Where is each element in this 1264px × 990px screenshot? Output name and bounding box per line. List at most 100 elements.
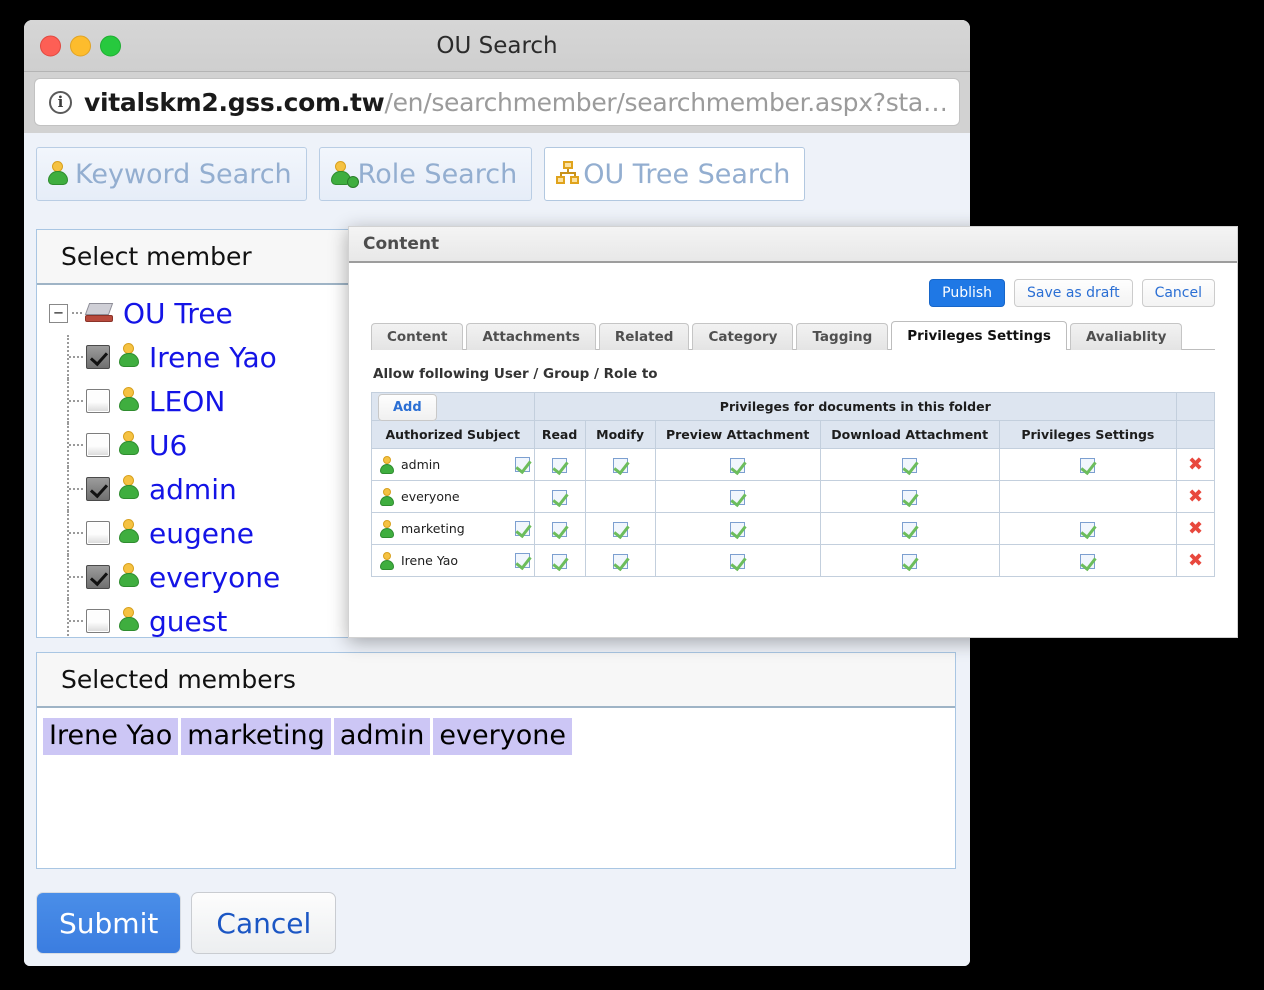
tree-vline bbox=[67, 555, 69, 599]
tree-checkbox[interactable] bbox=[86, 389, 110, 413]
modify-checkbox[interactable] bbox=[612, 458, 628, 473]
tree-elbow bbox=[69, 488, 83, 490]
cell-preview-attachment bbox=[654, 544, 821, 577]
cell-read bbox=[533, 512, 586, 545]
download-attachment-checkbox[interactable] bbox=[902, 522, 918, 537]
save-as-draft-button[interactable]: Save as draft bbox=[1014, 279, 1133, 307]
cell-privileges-settings bbox=[998, 544, 1178, 577]
selected-members-panel: Selected members Irene Yao marketing admin… bbox=[36, 652, 956, 869]
cell-privileges-settings bbox=[998, 448, 1178, 481]
tree-elbow bbox=[69, 620, 83, 622]
tree-vline bbox=[67, 335, 69, 379]
cell-modify bbox=[584, 544, 656, 577]
tab-privileges-settings[interactable]: Privileges Settings bbox=[891, 321, 1067, 350]
tab-attachments[interactable]: Attachments bbox=[466, 323, 596, 350]
selected-member-chip[interactable]: everyone bbox=[433, 718, 572, 755]
download-attachment-checkbox[interactable] bbox=[902, 490, 918, 505]
subject-checkbox[interactable] bbox=[514, 521, 530, 536]
subject-name: admin bbox=[401, 457, 441, 472]
col-read: Read bbox=[533, 420, 586, 449]
selected-member-chip[interactable]: Irene Yao bbox=[43, 718, 179, 755]
tree-checkbox[interactable] bbox=[86, 433, 110, 457]
tree-checkbox[interactable] bbox=[86, 521, 110, 545]
cell-modify bbox=[584, 512, 656, 545]
dialog-tabs: Content Attachments Related Category Tag… bbox=[371, 320, 1215, 350]
url-host: vitalskm2.gss.com.tw bbox=[84, 87, 385, 117]
subject-checkbox[interactable] bbox=[514, 553, 530, 568]
add-button[interactable]: Add bbox=[378, 393, 437, 421]
row-subject-cell: admin bbox=[371, 448, 535, 481]
dialog-cancel-button[interactable]: Cancel bbox=[1141, 279, 1215, 307]
privileges-settings-checkbox[interactable] bbox=[1080, 458, 1096, 473]
url-path: /en/searchmember/searchmember.aspx?sta… bbox=[384, 87, 945, 117]
tree-vline bbox=[67, 511, 69, 555]
table-row: marketing ✖ bbox=[371, 512, 1215, 545]
tree-item-label: everyone bbox=[149, 560, 281, 594]
tree-expander-icon[interactable]: − bbox=[49, 303, 68, 323]
tab-content[interactable]: Content bbox=[371, 323, 464, 350]
privileges-settings-checkbox[interactable] bbox=[1080, 522, 1096, 537]
person-icon bbox=[118, 606, 140, 637]
org-tree-icon bbox=[555, 160, 581, 188]
selected-member-chip[interactable]: admin bbox=[333, 718, 431, 755]
address-bar[interactable]: i vitalskm2.gss.com.tw/en/searchmember/s… bbox=[34, 78, 960, 126]
preview-attachment-checkbox[interactable] bbox=[730, 490, 746, 505]
tree-item-label: U6 bbox=[149, 428, 188, 462]
search-mode-tabs: Keyword Search Role Search OU Tree Searc… bbox=[36, 147, 970, 201]
tree-checkbox[interactable] bbox=[86, 609, 110, 633]
modify-checkbox[interactable] bbox=[612, 554, 628, 569]
tab-role-search[interactable]: Role Search bbox=[318, 147, 533, 201]
delete-icon[interactable]: ✖ bbox=[1188, 486, 1203, 507]
person-icon bbox=[118, 342, 140, 373]
tree-checkbox[interactable] bbox=[86, 345, 110, 369]
modify-checkbox[interactable] bbox=[612, 522, 628, 537]
subject-checkbox[interactable] bbox=[514, 457, 530, 472]
privileges-settings-checkbox[interactable] bbox=[1080, 554, 1096, 569]
tree-item-label: LEON bbox=[149, 384, 226, 418]
person-icon bbox=[47, 160, 73, 188]
tab-ou-tree-search[interactable]: OU Tree Search bbox=[544, 147, 806, 201]
submit-button[interactable]: Submit bbox=[36, 892, 182, 954]
tree-checkbox[interactable] bbox=[86, 477, 110, 501]
delete-icon[interactable]: ✖ bbox=[1188, 550, 1203, 571]
download-attachment-checkbox[interactable] bbox=[902, 554, 918, 569]
window-title: OU Search bbox=[436, 32, 558, 59]
delete-icon[interactable]: ✖ bbox=[1188, 518, 1203, 539]
tree-elbow bbox=[69, 400, 83, 402]
delete-column-header bbox=[1176, 392, 1215, 421]
tree-vline bbox=[67, 423, 69, 467]
tab-avaliablity[interactable]: Avaliablity bbox=[1069, 323, 1183, 350]
row-subject-cell: marketing bbox=[371, 512, 535, 545]
cell-download-attachment bbox=[819, 512, 1000, 545]
cell-delete: ✖ bbox=[1176, 448, 1215, 481]
cell-preview-attachment bbox=[654, 448, 821, 481]
delete-icon[interactable]: ✖ bbox=[1188, 454, 1203, 475]
selected-member-chip[interactable]: marketing bbox=[181, 718, 331, 755]
tab-related[interactable]: Related bbox=[598, 323, 690, 350]
preview-attachment-checkbox[interactable] bbox=[730, 554, 746, 569]
info-icon[interactable]: i bbox=[49, 90, 72, 114]
tab-category[interactable]: Category bbox=[692, 323, 794, 350]
privileges-group-header: Privileges for documents in this folder bbox=[533, 392, 1178, 421]
dialog-action-buttons: Publish Save as draft Cancel bbox=[371, 279, 1215, 307]
preview-attachment-checkbox[interactable] bbox=[730, 522, 746, 537]
tab-keyword-search[interactable]: Keyword Search bbox=[36, 147, 307, 201]
preview-attachment-checkbox[interactable] bbox=[730, 458, 746, 473]
publish-button[interactable]: Publish bbox=[929, 279, 1006, 307]
footer-actions: Submit Cancel bbox=[36, 892, 337, 954]
read-checkbox[interactable] bbox=[552, 458, 568, 473]
window-titlebar: OU Search bbox=[24, 20, 970, 72]
read-checkbox[interactable] bbox=[552, 554, 568, 569]
tree-checkbox[interactable] bbox=[86, 565, 110, 589]
read-checkbox[interactable] bbox=[552, 490, 568, 505]
tree-vline bbox=[67, 379, 69, 423]
tree-vline bbox=[67, 467, 69, 511]
tab-tagging[interactable]: Tagging bbox=[796, 323, 889, 350]
tree-elbow bbox=[69, 532, 83, 534]
person-icon bbox=[118, 562, 140, 593]
read-checkbox[interactable] bbox=[552, 522, 568, 537]
server-icon bbox=[84, 300, 115, 326]
download-attachment-checkbox[interactable] bbox=[902, 458, 918, 473]
tab-role-search-label: Role Search bbox=[357, 158, 518, 190]
cancel-button[interactable]: Cancel bbox=[191, 892, 337, 954]
